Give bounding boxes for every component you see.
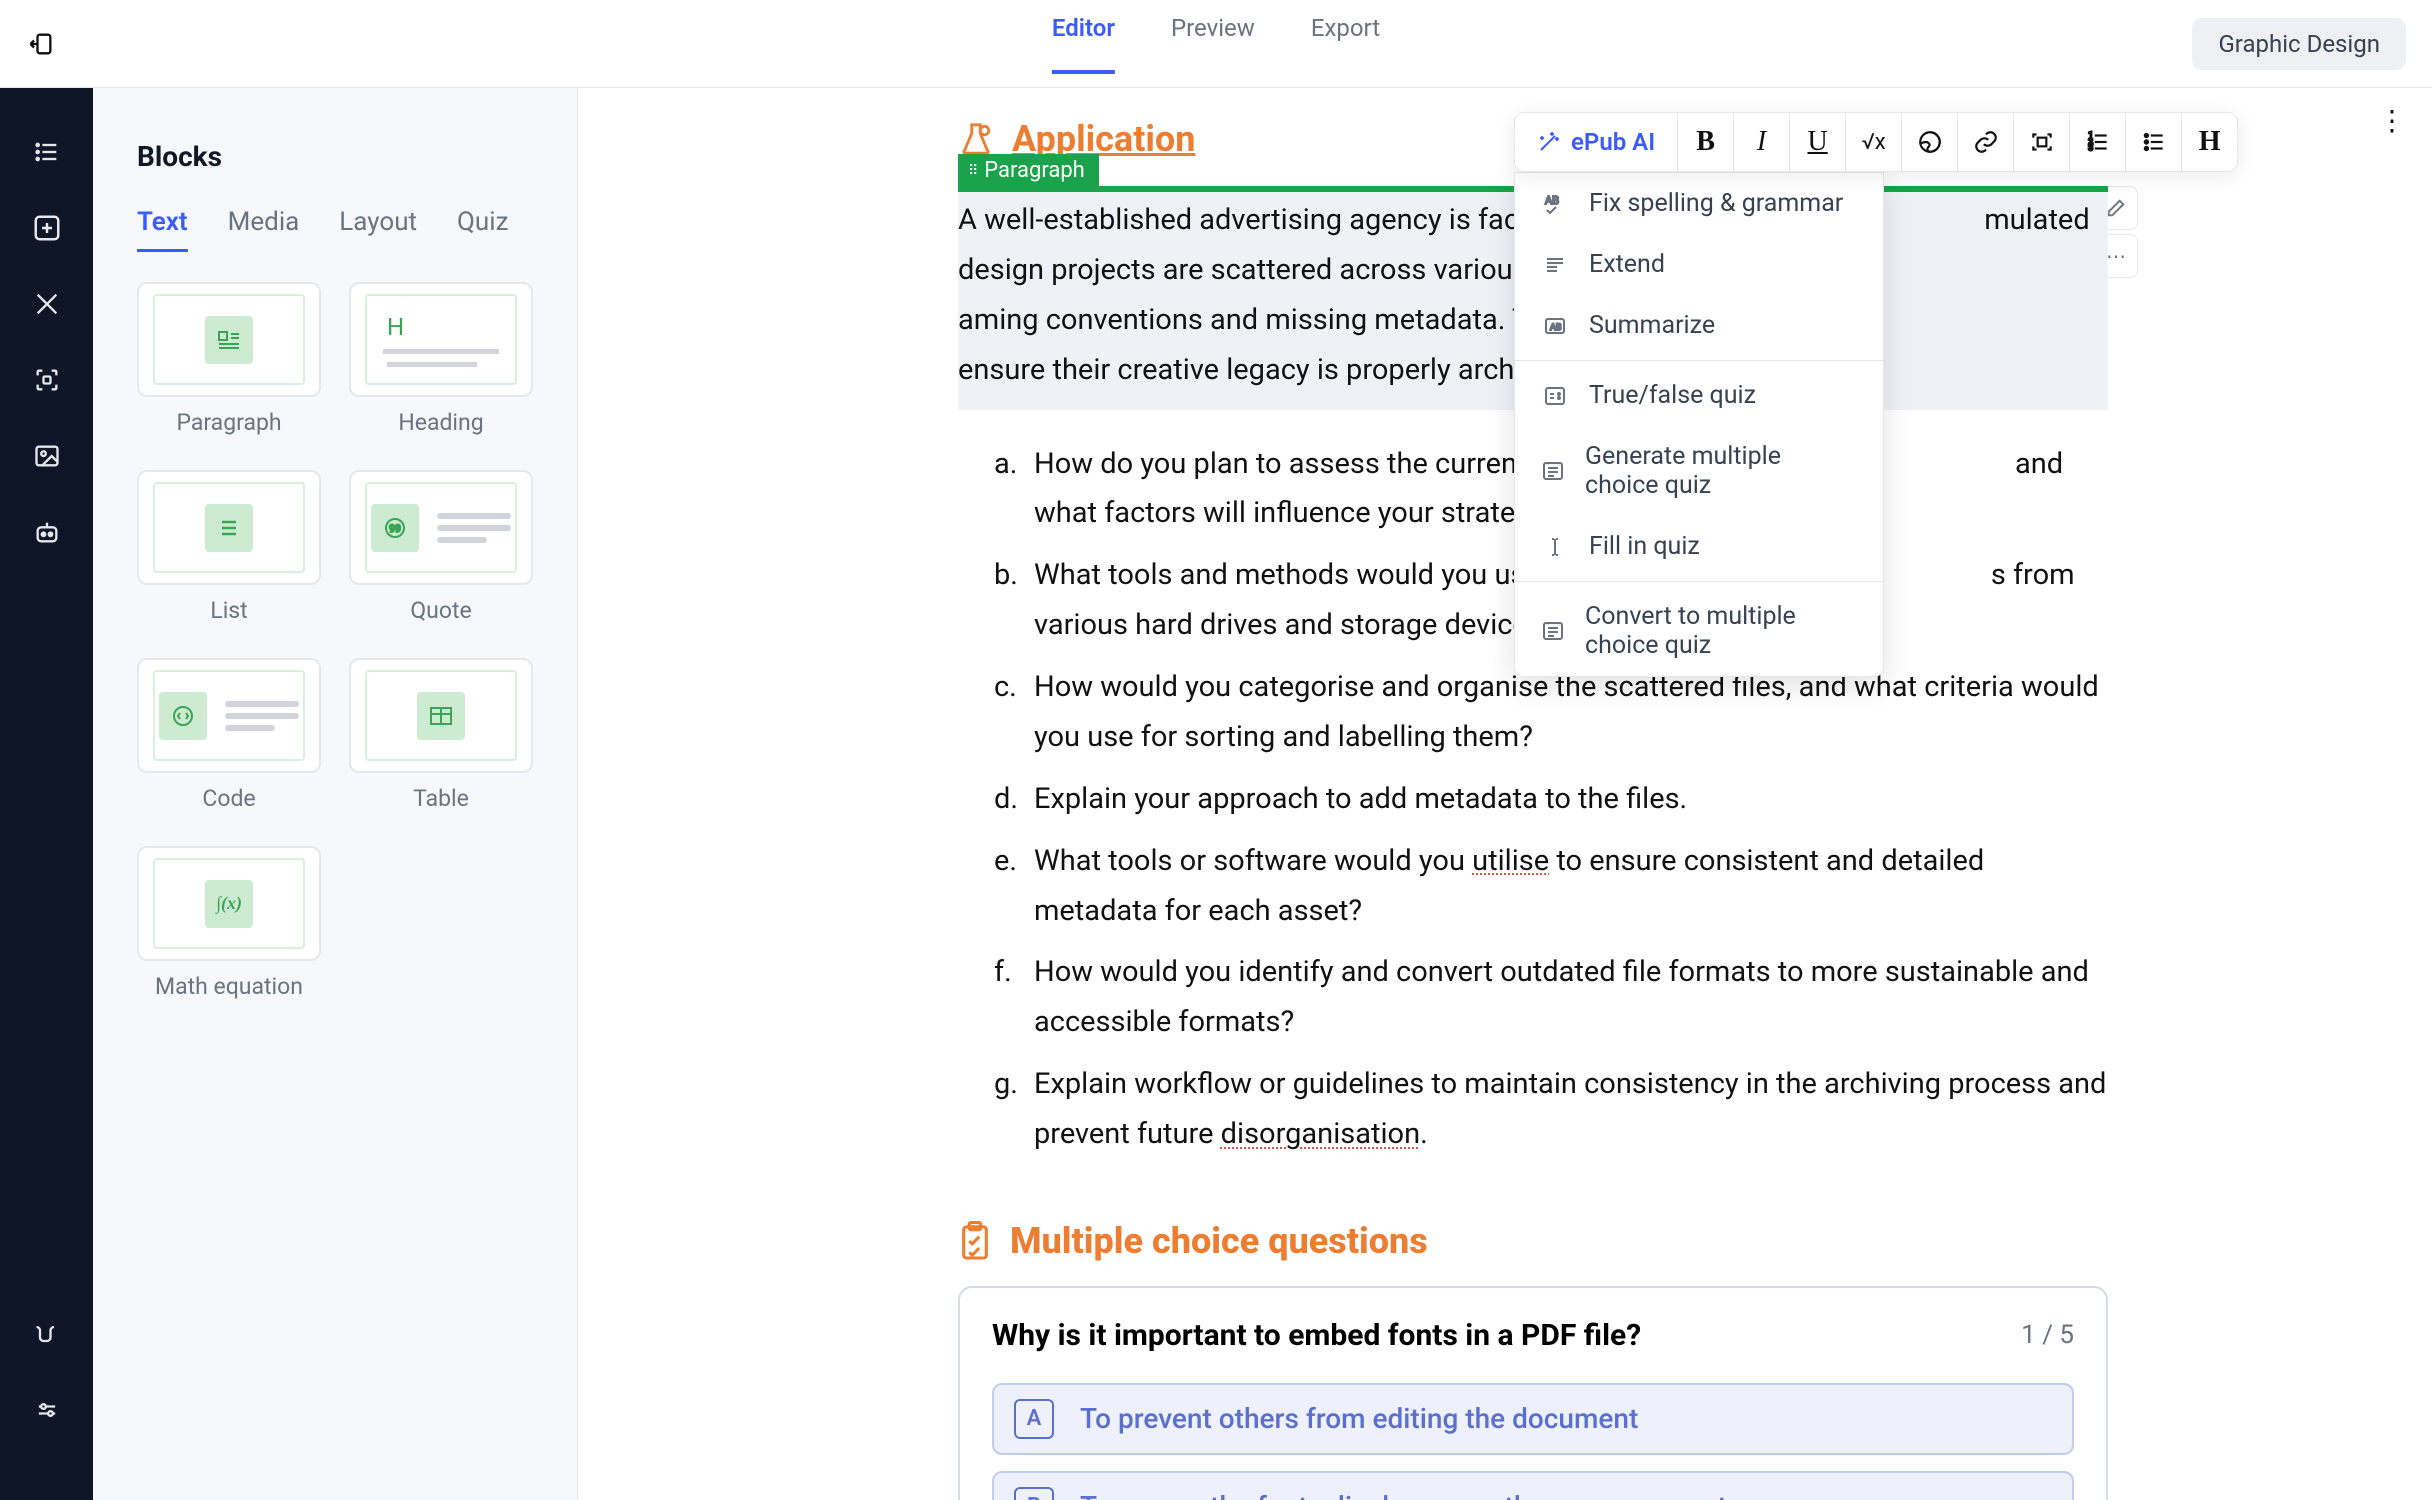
- equation-button[interactable]: √x: [1845, 113, 1901, 171]
- label-heading: Heading: [349, 409, 533, 436]
- panel-title: Blocks: [137, 140, 533, 173]
- label-paragraph: Paragraph: [137, 409, 321, 436]
- panel-tab-layout[interactable]: Layout: [339, 207, 417, 252]
- extend-icon: [1541, 251, 1569, 279]
- ai-fill-in[interactable]: Fill in quiz: [1515, 516, 1883, 577]
- panel-tab-quiz[interactable]: Quiz: [457, 207, 508, 252]
- bold-button[interactable]: B: [1677, 113, 1733, 171]
- spellcheck-icon: AB: [1541, 190, 1569, 218]
- mcq-option-b[interactable]: BTo ensure the fonts display correctly o…: [992, 1471, 2074, 1500]
- settings-icon[interactable]: [31, 1394, 63, 1426]
- label-math: Math equation: [137, 973, 321, 1000]
- mcq-counter: 1 / 5: [2021, 1320, 2074, 1350]
- mcq-card: Why is it important to embed fonts in a …: [958, 1286, 2108, 1500]
- ai-extend[interactable]: Extend: [1515, 234, 1883, 295]
- left-rail: [0, 88, 93, 1500]
- grip-icon[interactable]: ⠿: [968, 163, 976, 179]
- context-chip[interactable]: Graphic Design: [2192, 18, 2406, 70]
- ai-true-false[interactable]: True/false quiz: [1515, 365, 1883, 426]
- color-button[interactable]: [1901, 113, 1957, 171]
- block-table[interactable]: [349, 658, 533, 773]
- ai-summarize[interactable]: ABSummarize: [1515, 295, 1883, 356]
- keyboard-icon[interactable]: [31, 1318, 63, 1350]
- paragraph-tag-label: Paragraph: [984, 158, 1085, 183]
- mcq-title: Multiple choice questions: [1010, 1220, 1428, 1262]
- svg-text:3: 3: [2088, 144, 2093, 154]
- block-math[interactable]: ∫(x): [137, 846, 321, 961]
- blocks-panel: Blocks Text Media Layout Quiz H Paragrap…: [93, 88, 578, 1500]
- mcq-heading: Multiple choice questions: [958, 1220, 2108, 1262]
- scan-icon[interactable]: [31, 364, 63, 396]
- image-icon[interactable]: [31, 440, 63, 472]
- design-icon[interactable]: [31, 288, 63, 320]
- ai-label: ePub AI: [1571, 128, 1655, 156]
- italic-button[interactable]: I: [1733, 113, 1789, 171]
- frame-button[interactable]: [2013, 113, 2069, 171]
- block-code[interactable]: [137, 658, 321, 773]
- svg-text:99: 99: [389, 524, 401, 535]
- svg-text:AB: AB: [1550, 323, 1562, 333]
- main-tabs: Editor Preview Export: [1052, 14, 1380, 74]
- panel-tabs: Text Media Layout Quiz: [137, 207, 533, 252]
- kebab-menu[interactable]: ⋮: [2378, 104, 2404, 137]
- add-block-icon[interactable]: [31, 212, 63, 244]
- bullet-list-button[interactable]: [2125, 113, 2181, 171]
- tab-editor[interactable]: Editor: [1052, 14, 1115, 74]
- mcq-question: Why is it important to embed fonts in a …: [992, 1318, 1641, 1353]
- mcq-icon: [1541, 457, 1565, 485]
- convert-icon: [1541, 617, 1565, 645]
- mcq-option-a[interactable]: ATo prevent others from editing the docu…: [992, 1383, 2074, 1455]
- outline-icon[interactable]: [31, 136, 63, 168]
- tab-export[interactable]: Export: [1311, 14, 1380, 74]
- block-heading[interactable]: H: [349, 282, 533, 397]
- ai-convert-mcq[interactable]: Convert to multiple choice quiz: [1515, 586, 1883, 676]
- label-quote: Quote: [349, 597, 533, 624]
- truefalse-icon: [1541, 382, 1569, 410]
- ai-button[interactable]: ePub AI: [1515, 113, 1677, 171]
- exit-button[interactable]: [26, 29, 56, 59]
- cursor-icon: [1541, 533, 1569, 561]
- panel-tab-text[interactable]: Text: [137, 207, 188, 252]
- bot-icon[interactable]: [31, 516, 63, 548]
- label-list: List: [137, 597, 321, 624]
- ai-multiple-choice[interactable]: Generate multiple choice quiz: [1515, 426, 1883, 516]
- block-paragraph[interactable]: [137, 282, 321, 397]
- heading-button[interactable]: H: [2181, 113, 2237, 171]
- wand-icon: [1537, 130, 1561, 154]
- top-bar: Editor Preview Export Graphic Design: [0, 0, 2432, 88]
- ordered-list-button[interactable]: 123: [2069, 113, 2125, 171]
- flask-icon: [958, 121, 994, 157]
- ai-dropdown: ABFix spelling & grammar Extend ABSummar…: [1514, 172, 1884, 677]
- block-list[interactable]: [137, 470, 321, 585]
- paragraph-tag[interactable]: ⠿ Paragraph: [958, 154, 1099, 187]
- label-table: Table: [349, 785, 533, 812]
- floating-toolbar: ePub AI B I U √x 123 H: [1514, 112, 2238, 172]
- panel-tab-media[interactable]: Media: [228, 207, 300, 252]
- ai-fix-spelling[interactable]: ABFix spelling & grammar: [1515, 173, 1883, 234]
- block-quote[interactable]: 99: [349, 470, 533, 585]
- summarize-icon: AB: [1541, 312, 1569, 340]
- tab-preview[interactable]: Preview: [1171, 14, 1255, 74]
- label-code: Code: [137, 785, 321, 812]
- clipboard-icon: [958, 1221, 992, 1261]
- underline-button[interactable]: U: [1789, 113, 1845, 171]
- link-button[interactable]: [1957, 113, 2013, 171]
- svg-text:AB: AB: [1545, 194, 1559, 207]
- editor-canvas: ⋮ ⋯ Application ⠿Paragraph A well-establ…: [578, 88, 2432, 1500]
